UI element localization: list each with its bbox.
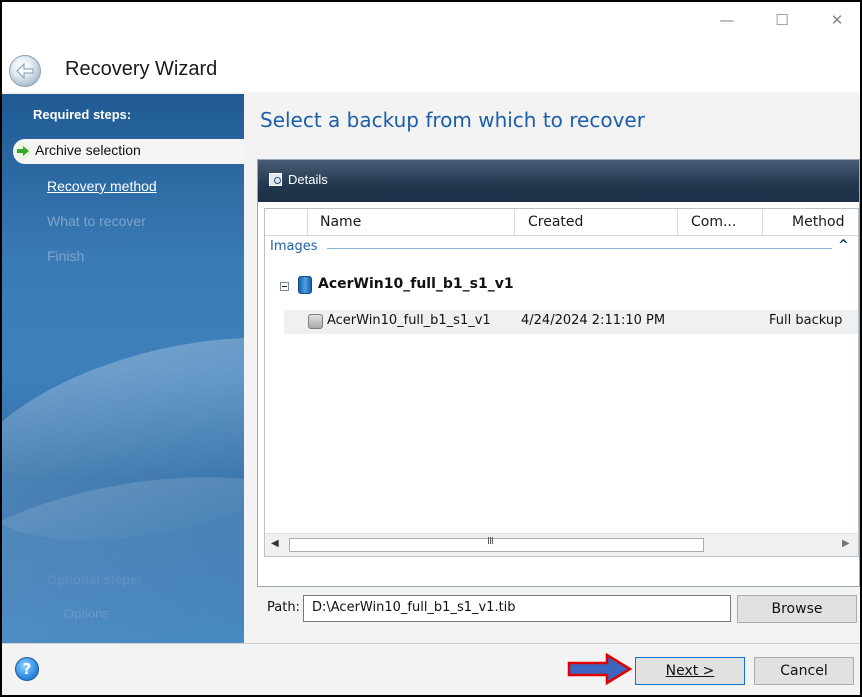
row-created: 4/24/2024 2:11:10 PM	[521, 313, 666, 328]
path-label: Path:	[267, 600, 300, 615]
details-header: Details	[258, 160, 859, 202]
help-icon[interactable]: ?	[15, 657, 39, 681]
step-finish: Finish	[47, 248, 85, 264]
optional-steps-heading: Optional steps:	[47, 572, 142, 587]
green-arrow-icon	[15, 143, 31, 159]
back-arrow-icon[interactable]	[9, 55, 41, 87]
archive-icon	[298, 276, 312, 294]
browse-button[interactable]: Browse	[737, 595, 857, 623]
column-header-name[interactable]: Name	[308, 209, 515, 236]
step-recovery-method[interactable]: Recovery method	[47, 178, 157, 194]
scrollbar-grip: III	[487, 536, 494, 547]
step-options: Options	[64, 606, 109, 621]
details-label: Details	[288, 172, 328, 187]
page-title: Select a backup from which to recover	[260, 108, 645, 132]
next-label: Next >	[665, 663, 715, 679]
column-header-method[interactable]: Method	[763, 209, 858, 236]
required-steps-heading: Required steps:	[33, 107, 132, 122]
next-button[interactable]: Next >	[635, 657, 745, 685]
footer-divider	[2, 643, 860, 644]
archive-name[interactable]: AcerWin10_full_b1_s1_v1	[318, 276, 514, 292]
minimize-button[interactable]: —	[712, 10, 742, 30]
path-input[interactable]: D:\AcerWin10_full_b1_s1_v1.tib	[303, 595, 731, 622]
close-button[interactable]: ✕	[822, 10, 852, 30]
wizard-title: Recovery Wizard	[65, 58, 218, 80]
row-name: AcerWin10_full_b1_s1_v1	[327, 313, 491, 328]
row-method: Full backup	[769, 313, 843, 328]
annotation-arrow-icon	[567, 652, 633, 686]
details-panel: Details Name Created Com... Method Image…	[257, 159, 860, 587]
group-label-images: Images	[270, 239, 318, 254]
scroll-left-icon[interactable]: ◀	[271, 538, 279, 549]
cancel-label: Cancel	[780, 663, 828, 679]
step-archive-selection-label: Archive selection	[35, 142, 141, 158]
recovery-wizard-window: — ☐ ✕ Recovery Wizard Required steps: Ar…	[0, 0, 862, 697]
column-header-created[interactable]: Created	[515, 209, 678, 236]
cancel-button[interactable]: Cancel	[754, 657, 854, 685]
collapse-tree-icon[interactable]	[280, 282, 289, 291]
steps-sidebar	[2, 94, 244, 643]
backup-list[interactable]: Name Created Com... Method Images ^ Acer…	[264, 208, 859, 557]
disk-image-icon	[308, 314, 323, 329]
scrollbar-thumb[interactable]: III	[289, 536, 704, 552]
step-what-to-recover: What to recover	[47, 213, 146, 229]
column-header-comment[interactable]: Com...	[678, 209, 763, 236]
title-bar: — ☐ ✕	[2, 2, 860, 36]
group-divider	[327, 248, 832, 249]
column-header-blank	[265, 209, 308, 236]
horizontal-scrollbar[interactable]: ◀ III ▶	[265, 533, 858, 556]
maximize-button[interactable]: ☐	[767, 10, 797, 30]
collapse-group-icon[interactable]: ^	[838, 238, 849, 253]
scroll-right-icon[interactable]: ▶	[842, 538, 850, 549]
details-icon	[269, 173, 282, 186]
